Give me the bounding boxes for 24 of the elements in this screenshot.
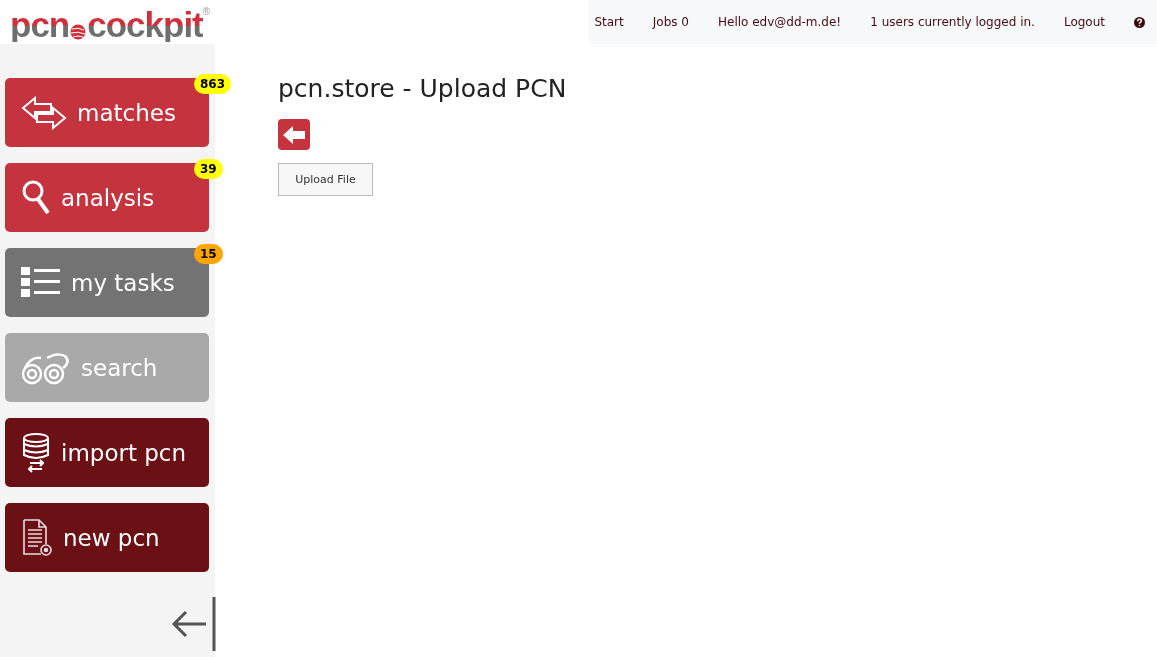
- logo-text: cockpit: [87, 6, 203, 42]
- search-icon: [21, 178, 51, 217]
- document-icon: [21, 517, 53, 558]
- nav-link[interactable]: 1 users currently logged in.: [870, 15, 1035, 29]
- sidebar-item[interactable]: new pcn: [5, 503, 209, 572]
- ball-icon: [70, 23, 87, 40]
- collapse-icon[interactable]: [170, 597, 216, 651]
- arrows-icon: [21, 95, 67, 130]
- back-arrow-icon: [283, 125, 305, 144]
- database-icon: [21, 432, 51, 473]
- page-title: pcn.store - Upload PCN: [278, 74, 567, 103]
- count-badge: 863: [194, 74, 232, 94]
- nav-link[interactable]: Logout: [1063, 15, 1105, 29]
- nav-link[interactable]: Start: [594, 15, 624, 29]
- count-badge: 15: [194, 244, 223, 264]
- count-badge: 39: [194, 159, 223, 179]
- back-button[interactable]: [278, 119, 310, 150]
- list-icon: [21, 266, 61, 299]
- sidebar-item[interactable]: import pcn: [5, 418, 209, 487]
- nav-link[interactable]: Jobs 0: [652, 15, 689, 29]
- registered-mark: ®: [202, 6, 210, 17]
- help-icon[interactable]: [1134, 16, 1145, 28]
- upload-file-button[interactable]: Upload File: [278, 163, 373, 196]
- nav-link[interactable]: Hello edv@dd-m.de!: [717, 15, 842, 29]
